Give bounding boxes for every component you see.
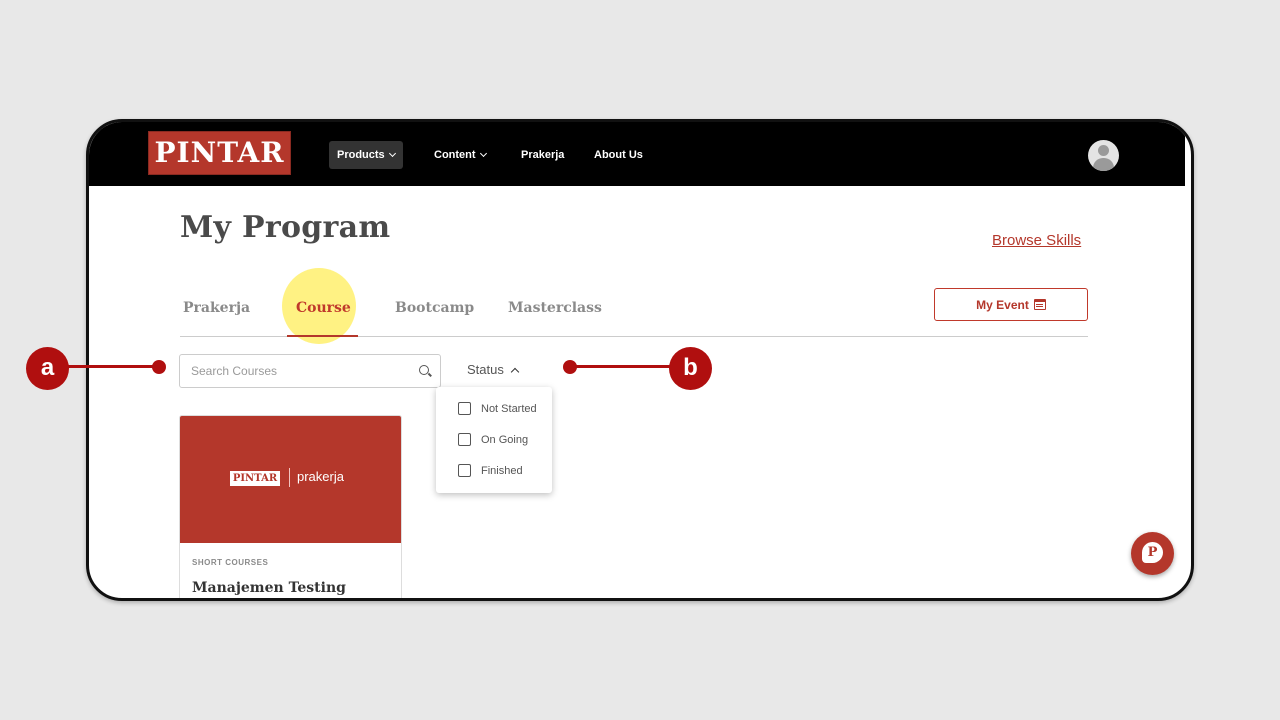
nav-prakerja-label: Prakerja	[521, 149, 565, 161]
nav-products-label: Products	[337, 149, 385, 161]
course-card-banner: PINTAR prakerja	[180, 416, 401, 543]
status-filter-label: Status	[467, 362, 504, 377]
card-partner-logo: prakerja	[297, 469, 344, 484]
status-option-finished[interactable]: Finished	[458, 464, 523, 477]
nav-prakerja[interactable]: Prakerja	[521, 141, 564, 169]
chevron-down-icon	[388, 149, 396, 158]
status-filter-toggle[interactable]: Status	[467, 362, 520, 377]
status-option-on-going[interactable]: On Going	[458, 433, 528, 446]
callout-badge-a: a	[26, 347, 69, 390]
chat-button[interactable]: P	[1131, 532, 1174, 575]
tab-course[interactable]: Course	[296, 300, 351, 316]
search-box	[179, 354, 441, 388]
finished-checkbox[interactable]	[458, 464, 471, 477]
chevron-down-icon	[479, 149, 487, 158]
callout-dot-a	[152, 360, 166, 374]
callout-line-b	[570, 365, 672, 368]
avatar-head	[1098, 145, 1109, 156]
my-event-label: My Event	[976, 297, 1029, 312]
pintar-logo[interactable]: PINTAR	[148, 131, 291, 175]
on-going-checkbox[interactable]	[458, 433, 471, 446]
status-option-not-started[interactable]: Not Started	[458, 402, 537, 415]
course-category: SHORT COURSES	[192, 558, 269, 567]
callout-line-a	[66, 365, 156, 368]
tab-bootcamp[interactable]: Bootcamp	[395, 300, 474, 316]
nav-products[interactable]: Products	[329, 141, 403, 169]
status-filter-menu: Not Started On Going Finished	[436, 387, 552, 493]
chevron-up-icon	[510, 367, 520, 376]
course-title[interactable]: Manajemen Testing	[192, 580, 346, 596]
status-option-label: Not Started	[481, 402, 537, 415]
not-started-checkbox[interactable]	[458, 402, 471, 415]
search-input[interactable]	[180, 355, 408, 387]
avatar-body	[1093, 158, 1114, 171]
card-logo-divider	[289, 468, 290, 487]
tab-prakerja[interactable]: Prakerja	[183, 300, 250, 316]
browse-skills-link[interactable]: Browse Skills	[992, 232, 1081, 249]
status-option-label: Finished	[481, 464, 523, 477]
top-navbar: PINTAR Products Content Prakerja About U…	[89, 122, 1185, 186]
callout-badge-b: b	[669, 347, 712, 390]
nav-content-label: Content	[434, 149, 476, 161]
nav-content[interactable]: Content	[434, 141, 487, 169]
status-option-label: On Going	[481, 433, 529, 446]
page-title: My Program	[180, 210, 391, 245]
app-window: PINTAR Products Content Prakerja About U…	[86, 119, 1194, 601]
my-event-button[interactable]: My Event	[934, 288, 1088, 321]
calendar-icon	[1033, 299, 1046, 310]
nav-about-us[interactable]: About Us	[594, 141, 643, 169]
chat-bubble-icon: P	[1142, 542, 1163, 563]
tab-masterclass[interactable]: Masterclass	[508, 300, 602, 316]
search-icon[interactable]	[419, 365, 429, 375]
card-pintar-logo: PINTAR	[230, 471, 280, 486]
course-card[interactable]: PINTAR prakerja SHORT COURSES Manajemen …	[179, 415, 402, 598]
user-avatar-icon[interactable]	[1088, 140, 1119, 171]
active-tab-underline	[287, 335, 358, 337]
nav-about-label: About Us	[594, 149, 643, 161]
